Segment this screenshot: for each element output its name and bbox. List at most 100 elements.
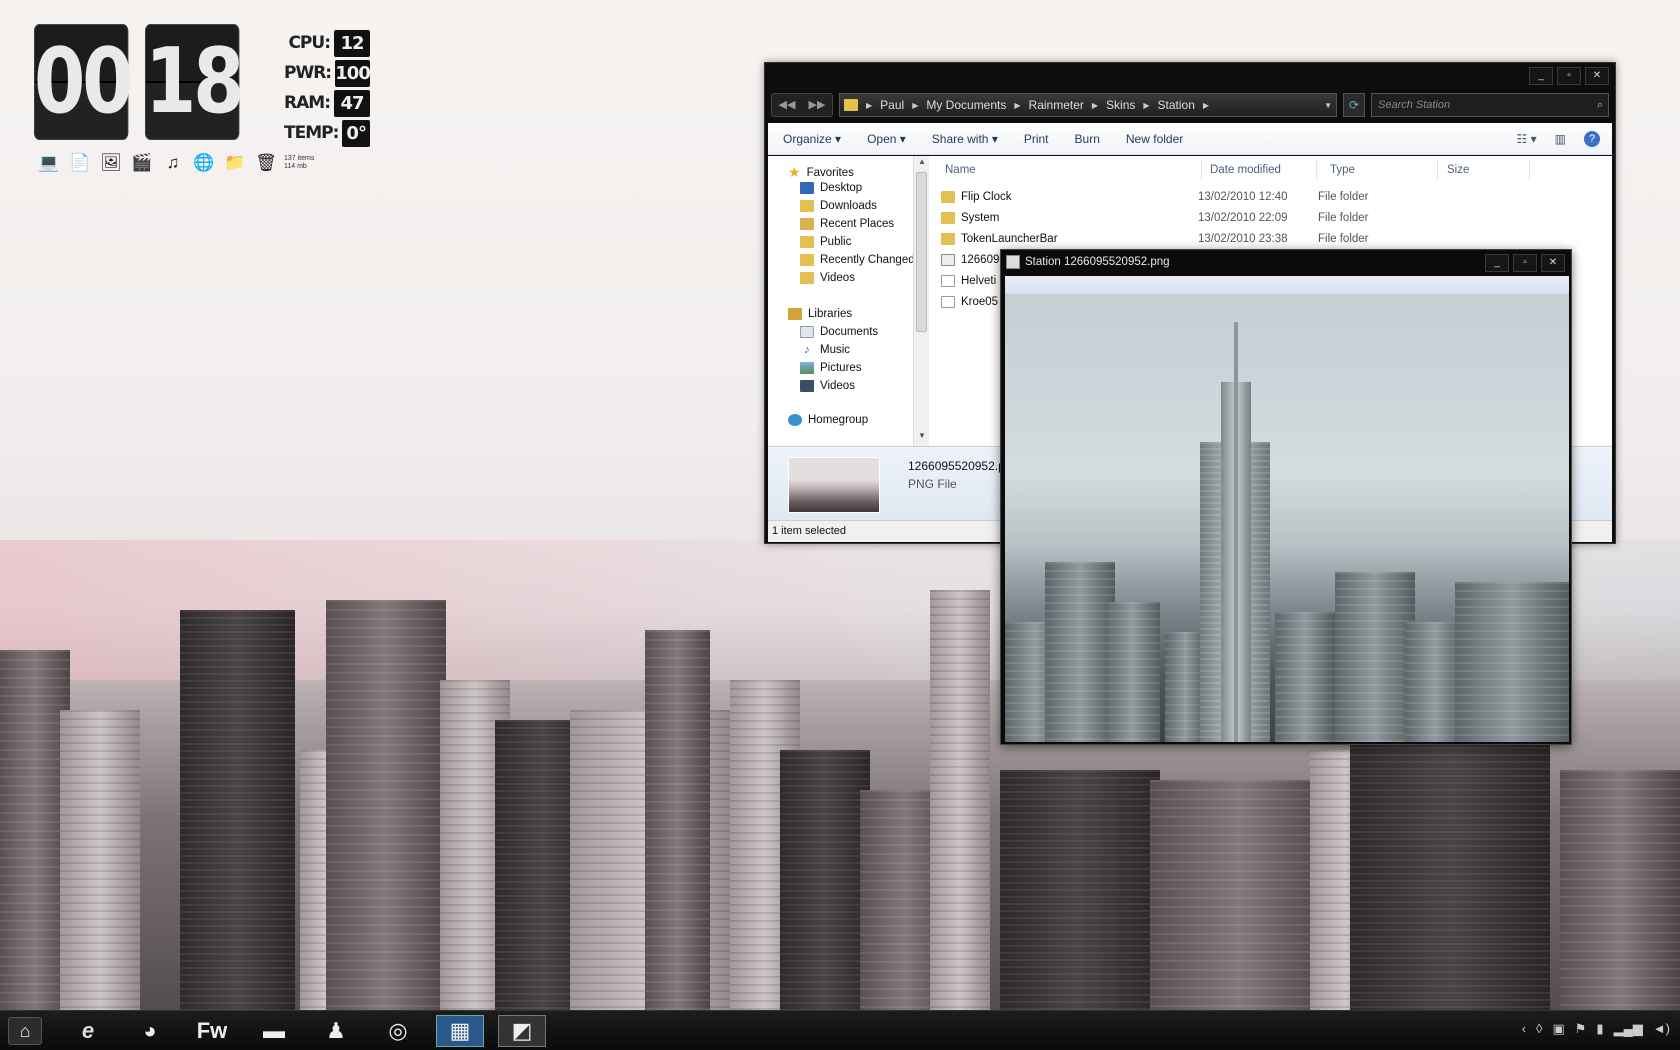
address-bar-row: ◀◀ ▶▶ ▶ Paul ▶ My Documents ▶ Rainmeter … xyxy=(771,91,1609,119)
file-row[interactable]: System 13/02/2010 22:09 File folder xyxy=(941,209,1541,227)
close-button[interactable]: ✕ xyxy=(1541,254,1565,272)
music-icon: ♪ xyxy=(804,344,810,356)
drop-icon[interactable]: ◊ xyxy=(1536,1021,1542,1037)
print-button[interactable]: Print xyxy=(1024,132,1049,146)
chevron-right-icon[interactable]: ▶ xyxy=(1014,101,1020,110)
power-icon[interactable]: ▮ xyxy=(1596,1021,1603,1037)
nav-label: Videos xyxy=(820,272,855,284)
forward-arrow-icon[interactable]: ▶▶ xyxy=(802,94,832,116)
system-tray: ‹ ◊ ▣ ⚑ ▮ ▂▄▆ ◄) xyxy=(1522,1021,1670,1037)
control-panel-icon[interactable]: ▦ xyxy=(436,1015,484,1047)
share-with-button[interactable]: Share with ▾ xyxy=(932,132,998,146)
chevron-right-icon[interactable]: ▶ xyxy=(1203,101,1209,110)
column-header-type[interactable]: Type xyxy=(1330,164,1355,176)
breadcrumb-item[interactable]: My Documents xyxy=(926,98,1006,112)
nav-item-public[interactable]: Public xyxy=(800,236,851,248)
close-button[interactable]: ✕ xyxy=(1585,67,1609,85)
building xyxy=(1335,572,1415,742)
column-header-date[interactable]: Date modified xyxy=(1210,164,1281,176)
file-row[interactable]: TokenLauncherBar 13/02/2010 23:38 File f… xyxy=(941,230,1541,248)
chevron-right-icon[interactable]: ▶ xyxy=(912,101,918,110)
view-options-icon[interactable]: ☷ ▾ xyxy=(1517,132,1537,146)
help-icon[interactable]: ? xyxy=(1584,130,1600,147)
scrollbar-thumb[interactable] xyxy=(916,172,927,332)
breadcrumb-item[interactable]: Paul xyxy=(880,98,904,112)
back-arrow-icon[interactable]: ◀◀ xyxy=(772,94,802,116)
scroll-up-icon[interactable]: ▲ xyxy=(914,157,930,171)
chevron-left-icon[interactable]: ‹ xyxy=(1522,1021,1526,1037)
refresh-icon[interactable]: ⟳ xyxy=(1343,93,1365,117)
image-viewer-icon[interactable]: ◩ xyxy=(498,1015,546,1047)
column-divider[interactable] xyxy=(1316,160,1317,180)
file-row[interactable]: Kroe05 xyxy=(941,293,1001,311)
nav-label: Desktop xyxy=(820,182,863,194)
command-bar: Organize ▾ Open ▾ Share with ▾ Print Bur… xyxy=(768,123,1612,155)
maximize-button[interactable]: ▫ xyxy=(1557,67,1581,85)
folder-icon xyxy=(800,272,814,284)
home-icon[interactable]: ⌂ xyxy=(8,1017,42,1045)
internet-explorer-icon[interactable]: e xyxy=(64,1015,112,1047)
computer-icon[interactable]: ▬ xyxy=(250,1015,298,1047)
chevron-down-icon[interactable]: ▼ xyxy=(1324,101,1332,110)
folder-icon[interactable]: 📁 xyxy=(224,152,246,174)
nav-item-pictures[interactable]: Pictures xyxy=(800,362,862,374)
firefox-icon[interactable]: ◕ xyxy=(126,1015,174,1047)
signal-icon[interactable]: ▂▄▆ xyxy=(1614,1021,1643,1037)
column-header-size[interactable]: Size xyxy=(1447,164,1469,176)
maximize-button[interactable]: ▫ xyxy=(1513,254,1537,272)
nav-item-desktop[interactable]: Desktop xyxy=(800,182,862,194)
chevron-right-icon[interactable]: ▶ xyxy=(1143,101,1149,110)
preview-pane-icon[interactable]: ▥ xyxy=(1555,132,1566,146)
folder-icon xyxy=(941,191,955,203)
breadcrumb-item[interactable]: Station xyxy=(1158,98,1195,112)
pictures-icon[interactable]: 🖼 xyxy=(100,152,122,174)
file-name: 126609 xyxy=(961,254,1000,266)
nav-item-downloads[interactable]: Downloads xyxy=(800,200,877,212)
flag-icon[interactable]: ⚑ xyxy=(1575,1021,1587,1037)
minimize-button[interactable]: _ xyxy=(1485,254,1509,272)
nav-item-documents[interactable]: Documents xyxy=(800,326,878,338)
laptop-icon[interactable]: 💻 xyxy=(38,152,60,174)
fireworks-label: Fw xyxy=(196,1018,228,1043)
chevron-right-icon[interactable]: ▶ xyxy=(866,101,872,110)
network-icon[interactable]: ▣ xyxy=(1552,1021,1564,1037)
search-icon[interactable]: ⌕ xyxy=(1597,94,1603,116)
fireworks-icon[interactable]: Fw xyxy=(188,1015,236,1047)
organize-button[interactable]: Organize ▾ xyxy=(783,132,841,146)
column-divider[interactable] xyxy=(1437,160,1438,180)
nav-item-videos-library[interactable]: Videos xyxy=(800,380,855,392)
file-row[interactable]: Helveti xyxy=(941,272,1001,290)
file-row[interactable]: Flip Clock 13/02/2010 12:40 File folder xyxy=(941,188,1541,206)
column-header-name[interactable]: Name xyxy=(945,164,976,176)
minimize-button[interactable]: _ xyxy=(1529,67,1553,85)
globe-icon[interactable]: 🌐 xyxy=(193,152,215,174)
nav-item-music[interactable]: ♪ Music xyxy=(800,344,850,356)
file-row[interactable]: 126609 xyxy=(941,251,1001,269)
nav-label: Videos xyxy=(820,380,855,392)
burn-button[interactable]: Burn xyxy=(1075,132,1100,146)
search-input[interactable]: Search Station ⌕ xyxy=(1371,93,1609,117)
recycle-bin-icon[interactable]: 🗑 xyxy=(255,152,277,174)
scroll-down-icon[interactable]: ▼ xyxy=(914,431,930,445)
open-button[interactable]: Open ▾ xyxy=(867,132,906,146)
nav-libraries[interactable]: Libraries xyxy=(788,308,852,320)
breadcrumb-item[interactable]: Skins xyxy=(1106,98,1135,112)
nav-item-recently-changed[interactable]: Recently Changed xyxy=(800,254,913,266)
column-divider[interactable] xyxy=(1201,160,1202,180)
video-icon[interactable]: 🎬 xyxy=(131,152,153,174)
new-folder-button[interactable]: New folder xyxy=(1126,132,1183,146)
pidgin-icon[interactable]: ♟ xyxy=(312,1015,360,1047)
volume-icon[interactable]: ◄) xyxy=(1653,1021,1670,1037)
document-icon[interactable]: 📄 xyxy=(69,152,91,174)
column-divider[interactable] xyxy=(1529,160,1530,180)
breadcrumb[interactable]: ▶ Paul ▶ My Documents ▶ Rainmeter ▶ Skin… xyxy=(839,93,1337,117)
nav-item-recent-places[interactable]: Recent Places xyxy=(800,218,894,230)
nav-item-videos[interactable]: Videos xyxy=(800,272,855,284)
nav-scrollbar[interactable]: ▲ ▼ xyxy=(913,156,929,446)
chevron-right-icon[interactable]: ▶ xyxy=(1092,101,1098,110)
breadcrumb-item[interactable]: Rainmeter xyxy=(1029,98,1084,112)
music-icon[interactable]: ♫ xyxy=(162,152,184,174)
nav-homegroup[interactable]: Homegroup xyxy=(788,414,868,426)
nav-favorites[interactable]: ★ Favorites xyxy=(788,164,854,181)
media-player-icon[interactable]: ◎ xyxy=(374,1015,422,1047)
